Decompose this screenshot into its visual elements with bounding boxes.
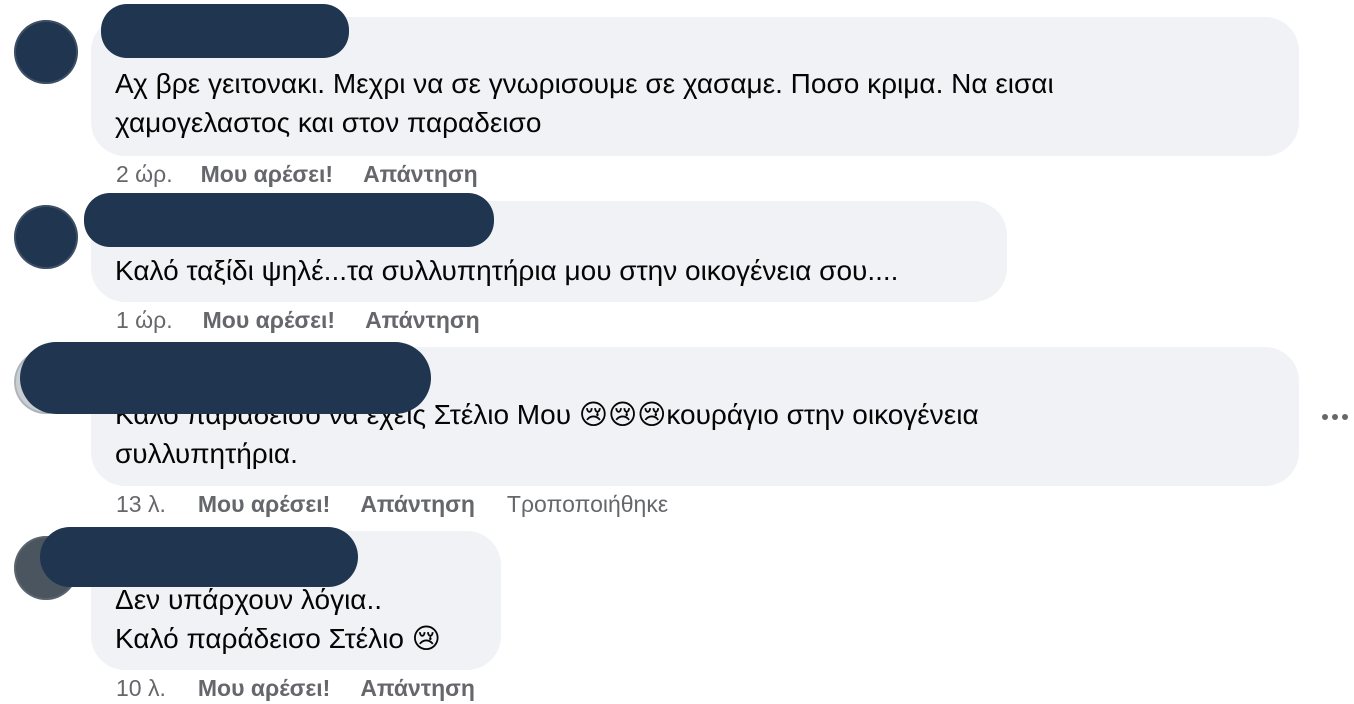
comment-text: Δεν υπάρχουν λόγια.. Καλό παράδεισο Στέλ… xyxy=(115,584,441,654)
redacted-author-name xyxy=(40,527,358,587)
avatar[interactable] xyxy=(14,205,78,269)
comment-actions: 2 ώρ. Μου αρέσει! Απάντηση xyxy=(116,161,478,188)
like-button[interactable]: Μου αρέσει! xyxy=(198,675,330,702)
like-button[interactable]: Μου αρέσει! xyxy=(201,161,333,188)
comment-actions: 10 λ. Μου αρέσει! Απάντηση xyxy=(116,675,475,702)
comment-timestamp[interactable]: 10 λ. xyxy=(116,675,166,702)
comment-feed: Αχ βρε γειτονακι. Μεχρι να σε γνωρισουμε… xyxy=(0,0,1354,704)
avatar[interactable] xyxy=(14,20,78,84)
reply-button[interactable]: Απάντηση xyxy=(360,675,475,702)
redacted-author-name xyxy=(20,342,431,414)
comment-timestamp[interactable]: 1 ώρ. xyxy=(116,307,173,334)
like-button[interactable]: Μου αρέσει! xyxy=(198,491,330,518)
redacted-author-name xyxy=(84,193,494,247)
comment-text: Αχ βρε γειτονακι. Μεχρι να σε γνωρισουμε… xyxy=(115,68,1054,138)
reply-button[interactable]: Απάντηση xyxy=(363,161,478,188)
edited-label: Τροποποιήθηκε xyxy=(506,491,669,517)
comment-actions: 13 λ. Μου αρέσει! Απάντηση Τροποποιήθηκε xyxy=(116,491,668,518)
comment-timestamp[interactable]: 2 ώρ. xyxy=(116,161,173,188)
comment-actions: 1 ώρ. Μου αρέσει! Απάντηση xyxy=(116,307,480,334)
like-button[interactable]: Μου αρέσει! xyxy=(203,307,335,334)
reply-button[interactable]: Απάντηση xyxy=(360,491,475,518)
more-options-icon[interactable] xyxy=(1322,402,1352,430)
comment-text: Καλό ταξίδι ψηλέ...τα συλλυπητήρια μου σ… xyxy=(115,255,899,286)
comment-timestamp[interactable]: 13 λ. xyxy=(116,491,166,518)
reply-button[interactable]: Απάντηση xyxy=(365,307,480,334)
redacted-author-name xyxy=(101,4,349,58)
